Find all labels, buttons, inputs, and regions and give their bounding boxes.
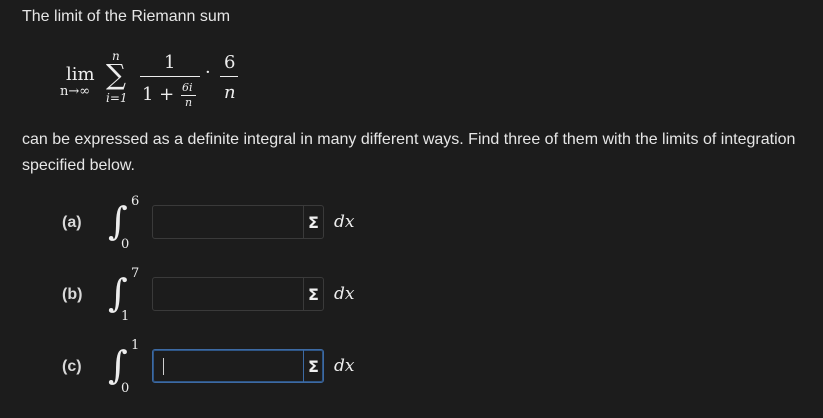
instructions-text: can be expressed as a definite integral … xyxy=(22,131,796,174)
part-a-lower-limit: 0 xyxy=(121,237,130,252)
part-a-answer-input[interactable] xyxy=(153,206,303,238)
integral-symbol: ∫ xyxy=(108,271,128,315)
text-caret xyxy=(163,358,164,375)
intro-text: The limit of the Riemann sum xyxy=(22,8,231,25)
part-c-upper-limit: 1 xyxy=(131,338,140,353)
inner-numerator: 6i xyxy=(182,81,193,94)
part-b-lower-limit: 1 xyxy=(121,309,130,324)
factor-fraction-bar xyxy=(220,76,238,77)
sigma-symbol: ∑ xyxy=(106,58,126,91)
part-b-answer-input[interactable] xyxy=(153,278,303,310)
part-a-dx: dx xyxy=(334,212,355,232)
part-b-dx: dx xyxy=(334,284,355,304)
sum-lower-limit: i=1 xyxy=(106,91,128,105)
part-c-lower-limit: 0 xyxy=(121,381,130,396)
fraction-denominator-prefix: 1 + xyxy=(142,84,175,105)
part-a-label: (a) xyxy=(62,214,82,231)
lim-subscript: n→∞ xyxy=(60,84,91,99)
part-c-dx: dx xyxy=(334,356,355,376)
part-b-sigma-button[interactable]: Σ xyxy=(303,278,323,310)
part-a-answer-box: Σ xyxy=(152,205,324,239)
integral-symbol: ∫ xyxy=(108,199,128,243)
part-b-label: (b) xyxy=(62,286,83,303)
part-b-answer-box: Σ xyxy=(152,277,324,311)
part-c-answer-input[interactable] xyxy=(153,350,303,382)
part-a-upper-limit: 6 xyxy=(131,194,140,209)
part-c-answer-box: Σ xyxy=(152,349,324,383)
fraction-bar xyxy=(140,76,200,77)
integral-symbol: ∫ xyxy=(108,343,128,387)
fraction-numerator: 1 xyxy=(164,52,176,73)
part-a-sigma-button[interactable]: Σ xyxy=(303,206,323,238)
part-c-label: (c) xyxy=(62,358,82,375)
part-b-upper-limit: 7 xyxy=(131,266,140,281)
lim-label: lim xyxy=(66,64,95,85)
factor-numerator: 6 xyxy=(224,52,236,73)
part-c-sigma-button[interactable]: Σ xyxy=(303,350,323,382)
inner-denominator: n xyxy=(185,96,193,109)
factor-denominator: n xyxy=(224,82,236,103)
multiply-dot: · xyxy=(205,62,211,83)
